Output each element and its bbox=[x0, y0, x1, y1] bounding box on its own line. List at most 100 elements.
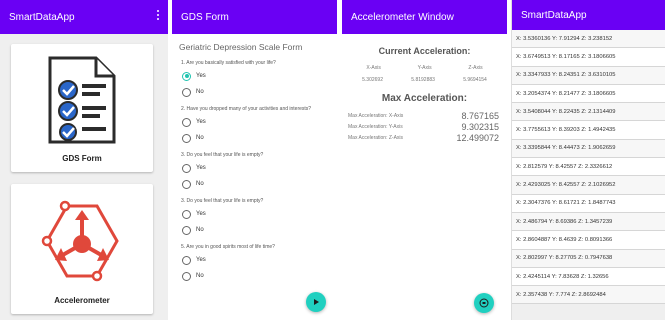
stop-circle-icon bbox=[479, 298, 489, 308]
option-label: Yes bbox=[196, 165, 206, 171]
max-acceleration-heading: Max Acceleration: bbox=[381, 93, 468, 104]
accelerometer-axes-icon bbox=[41, 200, 119, 282]
current-y-value: 5.8192883 bbox=[411, 77, 435, 83]
max-row-value: 12.499072 bbox=[456, 132, 499, 143]
radio-option-yes[interactable]: Yes bbox=[182, 116, 337, 128]
option-label: Yes bbox=[196, 73, 206, 79]
max-row-x: Max Acceleration: X-Axis 8.767165 bbox=[342, 110, 507, 121]
checklist-document-icon bbox=[48, 56, 116, 144]
question-text: 1. Are you basically satisfied with your… bbox=[181, 60, 276, 66]
radio-icon[interactable] bbox=[182, 209, 191, 219]
radio-icon[interactable] bbox=[182, 117, 191, 127]
axis-labels-row: X-Axis Y-Axis Z-Axis bbox=[342, 65, 507, 71]
screen-title: GDS Form bbox=[181, 11, 229, 23]
accelerometer-card[interactable]: Accelerometer bbox=[11, 184, 153, 314]
max-row-label: Max Acceleration: X-Axis bbox=[348, 112, 404, 119]
radio-icon[interactable] bbox=[182, 133, 191, 143]
radio-icon[interactable] bbox=[182, 87, 191, 97]
list-item[interactable]: X: 3.6749513 Y: 8.17165 Z: 3.1806605 bbox=[512, 48, 665, 67]
screenshot-collage: SmartDataApp GDS Form Accelerometer GDS … bbox=[0, 0, 665, 320]
accelerometer-screen: Accelerometer Window Current Acceleratio… bbox=[342, 0, 507, 320]
max-row-label: Max Acceleration: Y-Axis bbox=[348, 123, 403, 130]
list-item[interactable]: X: 2.486794 Y: 8.69386 Z: 1.3457239 bbox=[512, 212, 665, 232]
app-title: SmartDataApp bbox=[521, 9, 587, 21]
question-text: 2. Have you dropped many of your activit… bbox=[181, 106, 312, 112]
stop-fab-button[interactable] bbox=[474, 293, 494, 313]
app-bar: Accelerometer Window bbox=[342, 0, 507, 34]
list-item[interactable]: X: 3.5408044 Y: 8.22435 Z: 2.1314409 bbox=[512, 103, 665, 122]
list-item[interactable]: X: 3.3347933 Y: 8.24351 Z: 3.6310105 bbox=[512, 66, 665, 85]
overflow-menu-icon[interactable] bbox=[156, 10, 160, 22]
option-label: Yes bbox=[196, 211, 206, 217]
list-item[interactable]: X: 2.3047376 Y: 8.61721 Z: 1.8487743 bbox=[512, 194, 665, 213]
radio-icon[interactable] bbox=[182, 225, 191, 235]
radio-option-no[interactable]: No bbox=[182, 224, 337, 236]
readings-screen: SmartDataApp X: 3.5360136 Y: 7.91294 Z: … bbox=[511, 0, 665, 320]
option-label: Yes bbox=[196, 119, 206, 125]
current-z-value: 5.9694154 bbox=[463, 77, 487, 83]
accelerometer-card-label: Accelerometer bbox=[54, 296, 110, 305]
radio-option-no[interactable]: No bbox=[182, 132, 337, 144]
x-axis-label: X-Axis bbox=[366, 65, 381, 71]
submit-fab-button[interactable] bbox=[306, 292, 326, 312]
list-item[interactable]: X: 2.812579 Y: 8.42557 Z: 2.3326612 bbox=[512, 158, 665, 177]
option-label: No bbox=[196, 135, 204, 141]
list-item[interactable]: X: 2.802997 Y: 8.27705 Z: 0.7947638 bbox=[512, 249, 665, 268]
radio-option-yes[interactable]: Yes bbox=[182, 70, 337, 82]
list-item[interactable]: X: 2.4245114 Y: 7.83628 Z: 1.32656 bbox=[512, 267, 665, 287]
radio-option-yes[interactable]: Yes bbox=[182, 208, 337, 220]
form-title: Geriatric Depression Scale Form bbox=[179, 42, 303, 52]
app-bar: GDS Form bbox=[172, 0, 337, 34]
option-label: No bbox=[196, 227, 204, 233]
max-row-y: Max Acceleration: Y-Axis 9.302315 bbox=[342, 121, 507, 132]
y-axis-label: Y-Axis bbox=[417, 65, 432, 71]
home-screen: SmartDataApp GDS Form Accelerometer bbox=[0, 0, 168, 320]
question-block: 1. Are you basically satisfied with your… bbox=[172, 60, 337, 98]
max-acceleration-list: Max Acceleration: X-Axis 8.767165 Max Ac… bbox=[342, 110, 507, 143]
radio-option-yes[interactable]: Yes bbox=[182, 254, 337, 266]
question-block: 3. Do you feel that your life is empty? … bbox=[172, 198, 337, 236]
app-title: SmartDataApp bbox=[9, 11, 75, 23]
radio-icon[interactable] bbox=[182, 163, 191, 173]
question-text: 5. Are you in good spirits most of life … bbox=[181, 244, 275, 250]
list-item[interactable]: X: 3.2054374 Y: 8.21477 Z: 3.1806605 bbox=[512, 84, 665, 104]
option-label: No bbox=[196, 181, 204, 187]
radio-icon[interactable] bbox=[182, 255, 191, 265]
radio-selected-icon[interactable] bbox=[182, 71, 191, 81]
current-acceleration-heading: Current Acceleration: bbox=[378, 46, 471, 56]
max-row-z: Max Acceleration: Z-Axis 12.499072 bbox=[342, 132, 507, 143]
current-values-row: 5.302692 5.8192883 5.9694154 bbox=[342, 77, 507, 83]
gds-form-screen: GDS Form Geriatric Depression Scale Form… bbox=[172, 0, 337, 320]
max-row-value: 8.767165 bbox=[461, 110, 499, 121]
option-label: No bbox=[196, 89, 204, 95]
option-label: Yes bbox=[196, 257, 206, 263]
gds-form-card[interactable]: GDS Form bbox=[11, 44, 153, 172]
max-row-value: 9.302315 bbox=[461, 121, 499, 132]
question-text: 3. Do you feel that your life is empty? bbox=[181, 152, 264, 158]
list-item[interactable]: X: 3.5360136 Y: 7.91294 Z: 3.238152 bbox=[512, 30, 665, 49]
app-bar: SmartDataApp bbox=[0, 0, 168, 34]
radio-option-no[interactable]: No bbox=[182, 270, 337, 282]
radio-option-no[interactable]: No bbox=[182, 178, 337, 190]
radio-option-yes[interactable]: Yes bbox=[182, 162, 337, 174]
radio-icon[interactable] bbox=[182, 179, 191, 189]
question-block: 2. Have you dropped many of your activit… bbox=[172, 106, 337, 144]
question-block: 5. Are you in good spirits most of life … bbox=[172, 244, 337, 282]
screen-title: Accelerometer Window bbox=[351, 11, 454, 23]
list-item[interactable]: X: 3.3395844 Y: 8.44473 Z: 1.9062659 bbox=[512, 139, 665, 159]
list-item[interactable]: X: 2.8604887 Y: 8.4639 Z: 0.8091366 bbox=[512, 231, 665, 250]
list-item[interactable]: X: 3.7755613 Y: 8.39203 Z: 1.4942435 bbox=[512, 121, 665, 140]
app-bar: SmartDataApp bbox=[512, 0, 665, 30]
radio-option-no[interactable]: No bbox=[182, 86, 337, 98]
max-row-label: Max Acceleration: Z-Axis bbox=[348, 134, 404, 141]
current-x-value: 5.302692 bbox=[362, 77, 383, 83]
question-block: 3. Do you feel that your life is empty? … bbox=[172, 152, 337, 190]
list-item[interactable]: X: 2.357438 Y: 7.774 Z: 2.8692484 bbox=[512, 286, 665, 305]
readings-list[interactable]: X: 3.5360136 Y: 7.91294 Z: 3.238152 X: 3… bbox=[512, 30, 665, 305]
play-arrow-icon bbox=[314, 299, 319, 305]
z-axis-label: Z-Axis bbox=[468, 65, 483, 71]
list-item[interactable]: X: 2.4293025 Y: 8.42557 Z: 2.1026952 bbox=[512, 176, 665, 195]
question-text: 3. Do you feel that your life is empty? bbox=[181, 198, 264, 204]
radio-icon[interactable] bbox=[182, 271, 191, 281]
gds-form-card-label: GDS Form bbox=[62, 154, 102, 163]
